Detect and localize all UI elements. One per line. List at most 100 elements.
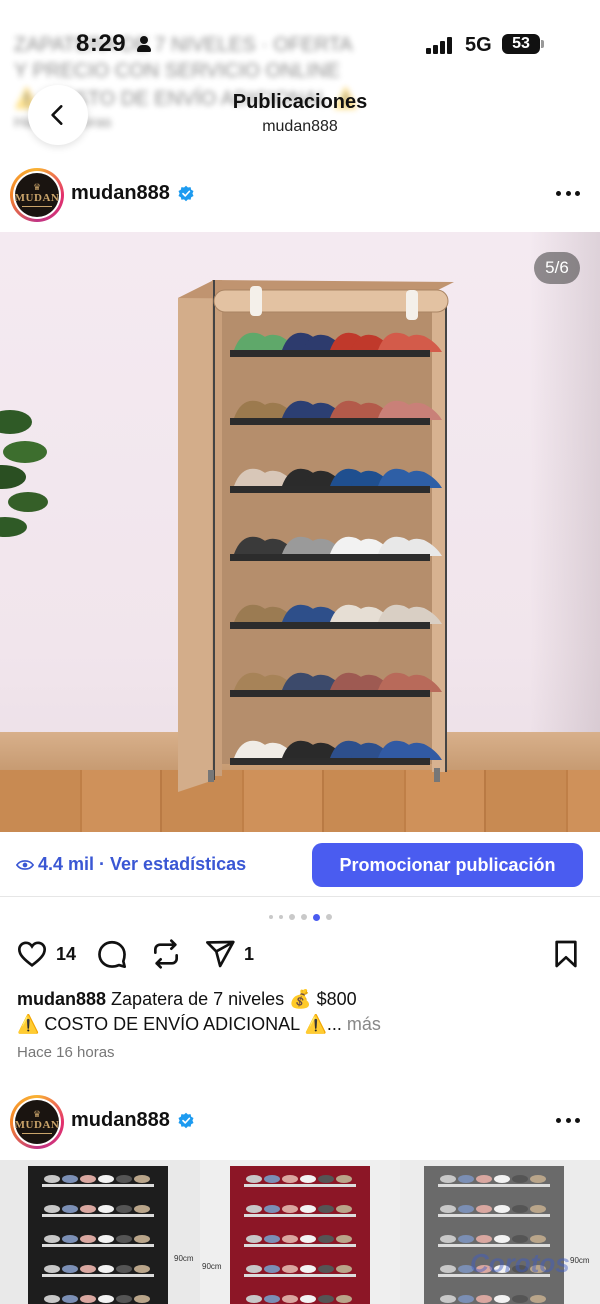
shoe (494, 1175, 510, 1183)
shoe (282, 1265, 298, 1273)
shoe (80, 1265, 96, 1273)
shoe (62, 1295, 78, 1303)
shoe (282, 1235, 298, 1243)
crown-icon: ♛ (32, 1109, 42, 1119)
back-button[interactable] (28, 85, 88, 145)
carousel-dot (268, 915, 273, 919)
shoe (264, 1205, 280, 1213)
signal-icon (426, 36, 456, 54)
post-caption: mudan888 Zapatera de 7 niveles 💰 $800 ⚠️… (17, 987, 587, 1037)
shoe (116, 1295, 132, 1303)
chevron-left-icon (51, 105, 63, 125)
caption-more-link[interactable]: más (342, 1014, 381, 1034)
shoe (44, 1235, 60, 1243)
carousel-dot (325, 914, 332, 920)
comment-icon (98, 940, 126, 968)
size-label: 90cm (570, 1256, 590, 1265)
promote-post-button[interactable]: Promocionar publicación (312, 843, 583, 887)
shoe (116, 1235, 132, 1243)
next-post-username[interactable]: mudan888 (71, 1109, 170, 1132)
shoe (476, 1295, 492, 1303)
shoe (530, 1295, 546, 1303)
like-button[interactable] (16, 938, 48, 970)
shoe (494, 1205, 510, 1213)
shoe (116, 1175, 132, 1183)
avatar[interactable]: ♛ MUDAN (10, 1095, 64, 1149)
shoe (62, 1205, 78, 1213)
shoe (98, 1175, 114, 1183)
more-options-button[interactable] (556, 1118, 580, 1124)
shoe (98, 1235, 114, 1243)
shoe (80, 1295, 96, 1303)
share-button[interactable] (204, 938, 236, 970)
shoe (44, 1175, 60, 1183)
shelf (230, 622, 430, 629)
size-label: 90cm (202, 1262, 222, 1271)
shoe (318, 1235, 334, 1243)
shoe (246, 1235, 262, 1243)
shoe (512, 1295, 528, 1303)
eye-icon (16, 860, 34, 870)
battery-icon: 53 (502, 34, 544, 54)
shoe (440, 1235, 456, 1243)
divider (0, 896, 600, 897)
shelf (42, 1184, 154, 1187)
shoe (98, 1205, 114, 1213)
caption-text: Zapatera de 7 niveles 💰 $800 (106, 989, 357, 1009)
like-count: 14 (56, 944, 77, 964)
shoe (336, 1295, 352, 1303)
next-post-image[interactable]: 90cm 90cm 90cm Corotos (0, 1160, 600, 1304)
shoe (476, 1175, 492, 1183)
carousel-dot (300, 914, 307, 920)
shoe (282, 1295, 298, 1303)
shoe (476, 1235, 492, 1243)
shoe (282, 1205, 298, 1213)
shoe (336, 1235, 352, 1243)
shoe (458, 1235, 474, 1243)
carousel-indicator (0, 913, 600, 921)
person-icon (137, 36, 151, 52)
shoe (440, 1265, 456, 1273)
shoe (458, 1175, 474, 1183)
more-options-button[interactable] (556, 191, 580, 197)
post-username[interactable]: mudan888 (71, 182, 170, 205)
bookmark-icon (555, 940, 577, 968)
post-image[interactable]: 5/6 (0, 232, 600, 832)
shoe (318, 1295, 334, 1303)
shelf (244, 1274, 356, 1277)
shoe (512, 1205, 528, 1213)
shoe (336, 1205, 352, 1213)
shoe (80, 1205, 96, 1213)
shelf (438, 1214, 550, 1217)
shoe (134, 1205, 150, 1213)
post-timestamp: Hace 16 horas (17, 1044, 115, 1061)
plant-leaves (0, 410, 48, 537)
avatar[interactable]: ♛ MUDAN (10, 168, 64, 222)
shoe (134, 1295, 150, 1303)
image-counter: 5/6 (534, 252, 580, 284)
shelf (438, 1184, 550, 1187)
shoe (246, 1205, 262, 1213)
shoe (134, 1175, 150, 1183)
shoe (530, 1235, 546, 1243)
caption-text-2: ⚠️ COSTO DE ENVÍO ADICIONAL ⚠️... (17, 1014, 342, 1034)
shelf (244, 1184, 356, 1187)
view-stats-link[interactable]: 4.4 mil · Ver estadísticas (38, 854, 246, 875)
shelf (230, 690, 430, 697)
shelf (230, 350, 430, 357)
shoe (440, 1205, 456, 1213)
shoe (246, 1265, 262, 1273)
save-button[interactable] (550, 938, 582, 970)
shoe (44, 1295, 60, 1303)
shelf (230, 758, 430, 765)
shoe (476, 1205, 492, 1213)
shoe (116, 1265, 132, 1273)
send-icon (206, 940, 235, 968)
caption-username[interactable]: mudan888 (17, 989, 106, 1009)
repost-button[interactable] (150, 938, 182, 970)
shoe (134, 1265, 150, 1273)
shoe (264, 1295, 280, 1303)
shoe (300, 1235, 316, 1243)
comment-button[interactable] (96, 938, 128, 970)
post-header: ♛ MUDAN mudan888 (0, 168, 600, 224)
